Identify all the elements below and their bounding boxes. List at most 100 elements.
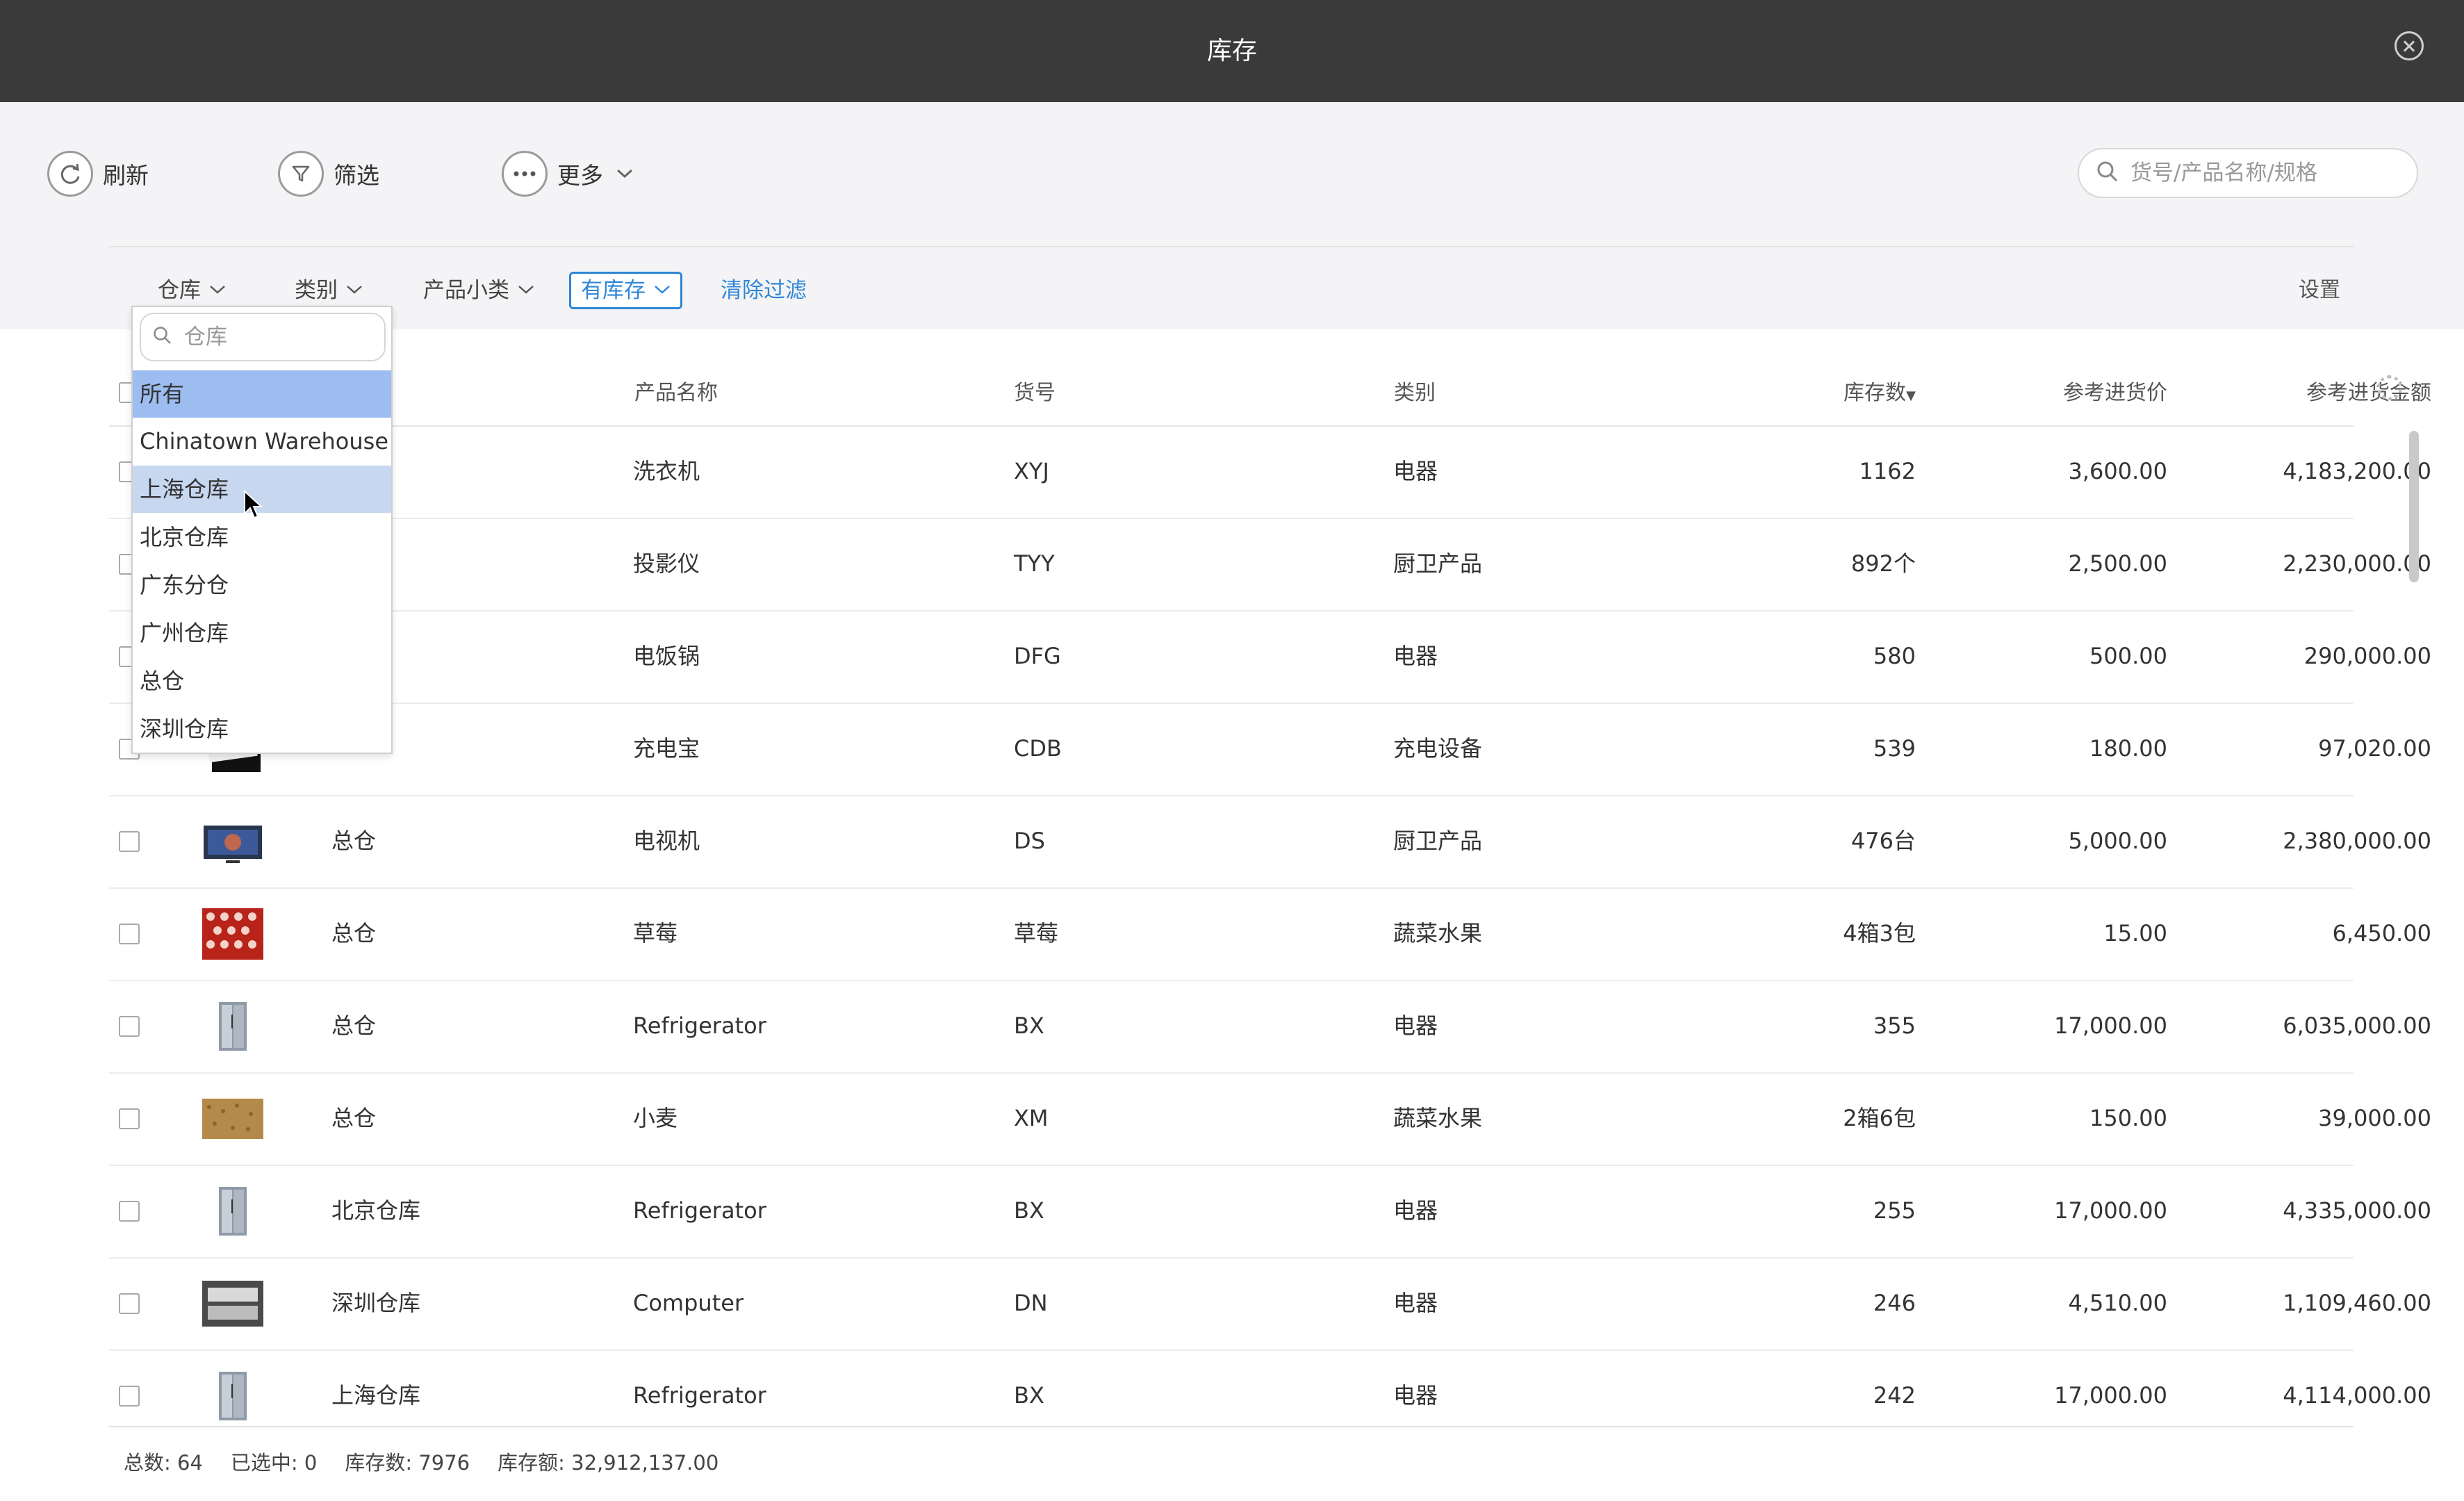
row-checkbox[interactable] (119, 831, 140, 852)
table-row[interactable]: 上海仓库 Refrigerator BX 电器 242 17,000.00 4,… (109, 1350, 2431, 1426)
window-titlebar: 库存 (0, 0, 2464, 102)
refresh-button[interactable]: 刷新 (47, 148, 149, 199)
cell-sku: CDB (1014, 735, 1062, 762)
cell-category: 电器 (1393, 458, 1438, 484)
refresh-icon (47, 151, 93, 197)
clear-filters-link[interactable]: 清除过滤 (721, 273, 807, 308)
cell-price: 4,510.00 (2068, 1290, 2168, 1316)
cell-stock: 246 (1873, 1290, 1916, 1316)
filter-category[interactable]: 类别 (295, 273, 363, 308)
header-category[interactable]: 类别 (1394, 361, 1436, 425)
table-row[interactable]: 总仓 电视机 DS 厨卫产品 476台 5,000.00 2,380,000.0… (109, 795, 2431, 889)
more-button[interactable]: 更多 (502, 148, 634, 199)
filter-warehouse[interactable]: 仓库 (158, 273, 226, 308)
vertical-scrollbar[interactable] (2409, 431, 2419, 582)
cell-sku: XM (1014, 1105, 1049, 1131)
header-sku[interactable]: 货号 (1014, 361, 1056, 425)
more-label: 更多 (557, 162, 603, 189)
refresh-label: 刷新 (103, 162, 149, 189)
row-checkbox[interactable] (119, 1201, 140, 1222)
wheat-thumb (202, 1099, 263, 1139)
settings-link[interactable]: 设置 (2299, 273, 2340, 308)
table-row[interactable]: 深圳仓库 Computer DN 电器 246 4,510.00 1,109,4… (109, 1257, 2431, 1351)
row-checkbox[interactable] (119, 924, 140, 944)
cell-amount: 4,335,000.00 (2283, 1197, 2431, 1224)
dropdown-item-main[interactable]: 总仓 (133, 657, 391, 705)
row-checkbox[interactable] (119, 1016, 140, 1037)
cell-category: 电器 (1393, 1382, 1438, 1409)
footer-total: 总数: 64 (124, 1451, 203, 1475)
strawberry-thumb (202, 908, 263, 960)
cell-sku: BX (1014, 1012, 1044, 1039)
table-row[interactable]: 电饭锅 DFG 电器 580 500.00 290,000.00 (109, 610, 2431, 704)
cell-warehouse: 总仓 (331, 920, 377, 946)
chevron-down-icon (209, 273, 226, 308)
table-row[interactable]: 洗衣机 XYJ 电器 1162 3,600.00 4,183,200.00 (109, 425, 2431, 519)
cell-warehouse: 总仓 (331, 828, 377, 854)
search-box[interactable] (2078, 148, 2418, 198)
cell-product: Computer (633, 1290, 744, 1316)
header-stock[interactable]: 库存数▼ (1742, 361, 1916, 425)
dropdown-item-chinatown[interactable]: Chinatown Warehouse (133, 418, 391, 465)
dropdown-search-box[interactable] (140, 313, 386, 361)
cell-stock: 580 (1873, 643, 1916, 669)
header-ref-price[interactable]: 参考进货价 (1916, 361, 2167, 425)
cell-warehouse: 总仓 (331, 1012, 377, 1039)
cell-amount: 39,000.00 (2318, 1105, 2431, 1131)
cell-product: Refrigerator (633, 1382, 766, 1409)
cell-price: 17,000.00 (2054, 1197, 2167, 1224)
dropdown-search-input[interactable] (183, 324, 373, 350)
cell-category: 电器 (1393, 1197, 1438, 1224)
filter-subcategory[interactable]: 产品小类 (423, 273, 534, 308)
dropdown-item-guangdong[interactable]: 广东分仓 (133, 561, 391, 609)
table-row[interactable]: 总仓 Refrigerator BX 电器 355 17,000.00 6,03… (109, 980, 2431, 1074)
cell-warehouse: 北京仓库 (331, 1197, 421, 1224)
cell-stock: 539 (1873, 735, 1916, 762)
table-row[interactable]: 充电宝 CDB 充电设备 539 180.00 97,020.00 (109, 703, 2431, 796)
table-row[interactable]: 总仓 小麦 XM 蔬菜水果 2箱6包 150.00 39,000.00 (109, 1072, 2431, 1166)
computer-thumb (202, 1281, 263, 1327)
filter-label: 筛选 (334, 162, 379, 189)
filter-warehouse-label: 仓库 (158, 278, 201, 303)
table-row[interactable]: 北京仓库 Refrigerator BX 电器 255 17,000.00 4,… (109, 1165, 2431, 1258)
cell-amount: 97,020.00 (2318, 735, 2431, 762)
filter-icon (278, 151, 324, 197)
fridge-thumb (202, 1186, 263, 1237)
cell-price: 500.00 (2089, 643, 2167, 669)
table-row[interactable]: 总仓 草莓 草莓 蔬菜水果 4箱3包 15.00 6,450.00 (109, 887, 2431, 981)
cell-sku: TYY (1014, 550, 1055, 577)
chevron-down-icon (518, 273, 534, 308)
cell-price: 15.00 (2103, 920, 2167, 946)
dropdown-item-beijing[interactable]: 北京仓库 (133, 514, 391, 561)
search-input[interactable] (2129, 160, 2396, 186)
row-checkbox[interactable] (119, 1108, 140, 1129)
filter-button[interactable]: 筛选 (278, 148, 379, 199)
dropdown-item-all[interactable]: 所有 (133, 370, 391, 418)
cell-product: Refrigerator (633, 1012, 766, 1039)
header-product-name[interactable]: 产品名称 (634, 361, 718, 425)
row-checkbox[interactable] (119, 1386, 140, 1406)
cell-product: 投影仪 (633, 550, 700, 577)
row-checkbox[interactable] (119, 1293, 140, 1314)
dropdown-item-guangzhou[interactable]: 广州仓库 (133, 609, 391, 657)
filter-in-stock-label: 有库存 (581, 278, 646, 303)
dropdown-item-shenzhen[interactable]: 深圳仓库 (133, 705, 391, 753)
filter-in-stock[interactable]: 有库存 (569, 272, 682, 309)
cell-product: Refrigerator (633, 1197, 766, 1224)
cell-price: 180.00 (2089, 735, 2167, 762)
table-row[interactable]: 投影仪 TYY 厨卫产品 892个 2,500.00 2,230,000.00 (109, 518, 2431, 612)
cell-category: 蔬菜水果 (1393, 920, 1483, 946)
close-icon[interactable] (2395, 31, 2424, 60)
footer-selected: 已选中: 0 (230, 1451, 318, 1475)
sort-desc-icon: ▼ (1906, 388, 1916, 403)
cell-category: 蔬菜水果 (1393, 1105, 1483, 1131)
column-settings-gear-icon[interactable] (2377, 375, 2402, 400)
cell-price: 17,000.00 (2054, 1012, 2167, 1039)
cell-sku: 草莓 (1014, 920, 1059, 946)
tv-thumb (204, 826, 262, 863)
cell-warehouse: 上海仓库 (331, 1382, 421, 1409)
filter-subcategory-label: 产品小类 (423, 278, 509, 303)
cell-price: 2,500.00 (2068, 550, 2168, 577)
footer-stock-amount: 库存额: 32,912,137.00 (498, 1451, 719, 1475)
summary-footer: 总数: 64 已选中: 0 库存数: 7976 库存额: 32,912,137.… (124, 1445, 718, 1480)
